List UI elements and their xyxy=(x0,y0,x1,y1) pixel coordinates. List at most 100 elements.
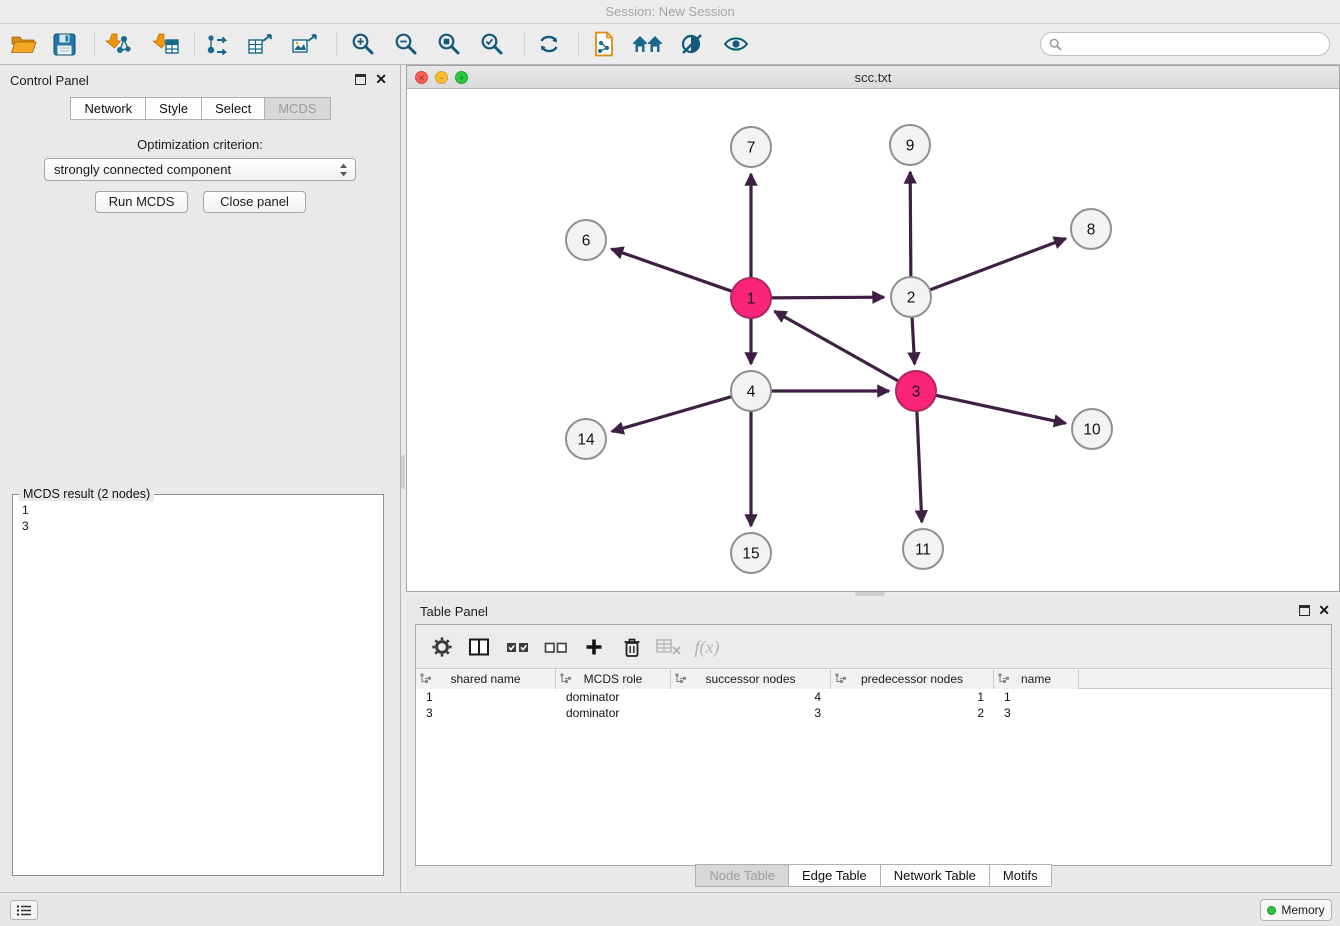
close-panel-button[interactable]: Close panel xyxy=(203,191,306,213)
node-6[interactable]: 6 xyxy=(566,220,606,260)
node-7[interactable]: 7 xyxy=(731,127,771,167)
node-4[interactable]: 4 xyxy=(731,371,771,411)
close-table-panel-icon[interactable]: ✕ xyxy=(1318,602,1330,618)
column-label: successor nodes xyxy=(705,672,795,686)
edge-1-6[interactable] xyxy=(611,249,735,293)
run-mcds-button[interactable]: Run MCDS xyxy=(95,191,188,213)
search-input[interactable] xyxy=(1067,37,1321,51)
control-panel-title: Control Panel xyxy=(10,73,89,88)
edge-1-2[interactable] xyxy=(767,297,884,298)
column-header-MCDS-role[interactable]: MCDS role xyxy=(556,669,671,689)
home-layout-button[interactable] xyxy=(631,29,665,59)
column-header-successor-nodes[interactable]: successor nodes xyxy=(671,669,831,689)
memory-button[interactable]: Memory xyxy=(1260,899,1332,921)
column-header-shared-name[interactable]: shared name xyxy=(416,669,556,689)
tab-style[interactable]: Style xyxy=(145,97,202,120)
table-tab-motifs[interactable]: Motifs xyxy=(989,864,1052,887)
show-hide-button[interactable] xyxy=(719,29,753,59)
optimization-select[interactable]: strongly connected component xyxy=(44,158,356,181)
node-1[interactable]: 1 xyxy=(731,278,771,318)
main-toolbar xyxy=(0,24,1340,65)
export-image-button[interactable] xyxy=(288,29,322,59)
close-window-button[interactable]: ✕ xyxy=(415,71,428,84)
edge-3-11[interactable] xyxy=(917,407,922,522)
zoom-out-button[interactable] xyxy=(389,29,423,59)
table-cell: 4 xyxy=(671,689,831,705)
zoom-fit-button[interactable] xyxy=(432,29,466,59)
import-network-button[interactable] xyxy=(101,29,135,59)
node-9[interactable]: 9 xyxy=(890,125,930,165)
tab-select[interactable]: Select xyxy=(201,97,265,120)
toolbar-separator xyxy=(194,32,195,56)
result-line: 1 xyxy=(22,502,374,518)
node-2[interactable]: 2 xyxy=(891,277,931,317)
sort-icon xyxy=(675,673,686,684)
table-row[interactable]: 1dominator411 xyxy=(416,689,1331,705)
detail-slash-icon xyxy=(680,32,704,56)
show-columns-button[interactable] xyxy=(463,633,495,661)
save-session-button[interactable] xyxy=(47,29,81,59)
edge-3-1[interactable] xyxy=(775,311,903,383)
table-header-row: shared name MCDS role successor nodes prede… xyxy=(416,669,1331,689)
column-header-name[interactable]: name xyxy=(994,669,1079,689)
node-10[interactable]: 10 xyxy=(1072,409,1112,449)
edge-3-10[interactable] xyxy=(932,394,1066,423)
mcds-result-title: MCDS result (2 nodes) xyxy=(19,487,154,501)
function-builder-button[interactable]: f(x) xyxy=(691,633,723,661)
float-panel-icon[interactable] xyxy=(355,74,366,85)
toolbar-separator xyxy=(578,32,579,56)
open-file-button[interactable] xyxy=(6,29,40,59)
export-network-button[interactable] xyxy=(201,29,235,59)
node-15[interactable]: 15 xyxy=(731,533,771,573)
memory-label: Memory xyxy=(1281,903,1324,917)
node-11[interactable]: 11 xyxy=(903,529,943,569)
add-row-button[interactable] xyxy=(578,633,610,661)
delete-table-icon xyxy=(656,637,682,657)
deselect-all-button[interactable] xyxy=(540,633,572,661)
zoom-window-button[interactable]: + xyxy=(455,71,468,84)
style-detail-button[interactable] xyxy=(675,29,709,59)
task-history-button[interactable] xyxy=(10,900,38,920)
table-row[interactable]: 3dominator323 xyxy=(416,705,1331,721)
node-3[interactable]: 3 xyxy=(896,371,936,411)
table-tab-node-table[interactable]: Node Table xyxy=(695,864,789,887)
panel-splitter-grip[interactable] xyxy=(401,455,405,489)
float-table-panel-icon[interactable] xyxy=(1299,605,1310,616)
export-network-icon xyxy=(205,32,231,56)
table-cell: 1 xyxy=(831,689,994,705)
clone-network-button[interactable] xyxy=(587,29,621,59)
edge-4-14[interactable] xyxy=(612,395,736,431)
control-panel: Control Panel ✕ NetworkStyleSelectMCDS O… xyxy=(0,65,401,892)
column-label: MCDS role xyxy=(584,672,643,686)
export-table-button[interactable] xyxy=(244,29,278,59)
mcds-result-box[interactable]: MCDS result (2 nodes) 13 xyxy=(12,494,384,876)
delete-row-button[interactable] xyxy=(616,633,648,661)
toolbar-separator xyxy=(524,32,525,56)
edge-2-9[interactable] xyxy=(910,172,911,281)
tab-mcds[interactable]: MCDS xyxy=(264,97,330,120)
table-body: 1dominator4113dominator323 xyxy=(416,689,1331,865)
table-settings-button[interactable] xyxy=(426,633,458,661)
edge-2-3[interactable] xyxy=(912,313,915,364)
svg-text:4: 4 xyxy=(747,384,756,401)
node-14[interactable]: 14 xyxy=(566,419,606,459)
network-canvas[interactable]: 7 9 6 8 1 2 4 3 14 10 15 11 xyxy=(407,89,1339,591)
zoom-selected-icon xyxy=(480,32,504,56)
tab-network[interactable]: Network xyxy=(70,97,146,120)
optimization-label: Optimization criterion: xyxy=(0,137,400,152)
edge-2-8[interactable] xyxy=(926,239,1066,292)
delete-table-button[interactable] xyxy=(653,633,685,661)
close-panel-icon[interactable]: ✕ xyxy=(375,71,387,87)
table-tab-network-table[interactable]: Network Table xyxy=(880,864,990,887)
zoom-selected-button[interactable] xyxy=(475,29,509,59)
node-8[interactable]: 8 xyxy=(1071,209,1111,249)
zoom-in-button[interactable] xyxy=(346,29,380,59)
table-tab-edge-table[interactable]: Edge Table xyxy=(788,864,881,887)
column-header-predecessor-nodes[interactable]: predecessor nodes xyxy=(831,669,994,689)
refresh-button[interactable] xyxy=(532,29,566,59)
minimize-window-button[interactable]: − xyxy=(435,71,448,84)
search-field[interactable] xyxy=(1040,32,1330,56)
import-table-button[interactable] xyxy=(149,29,183,59)
table-cell: 1 xyxy=(416,689,556,705)
select-all-button[interactable] xyxy=(502,633,534,661)
